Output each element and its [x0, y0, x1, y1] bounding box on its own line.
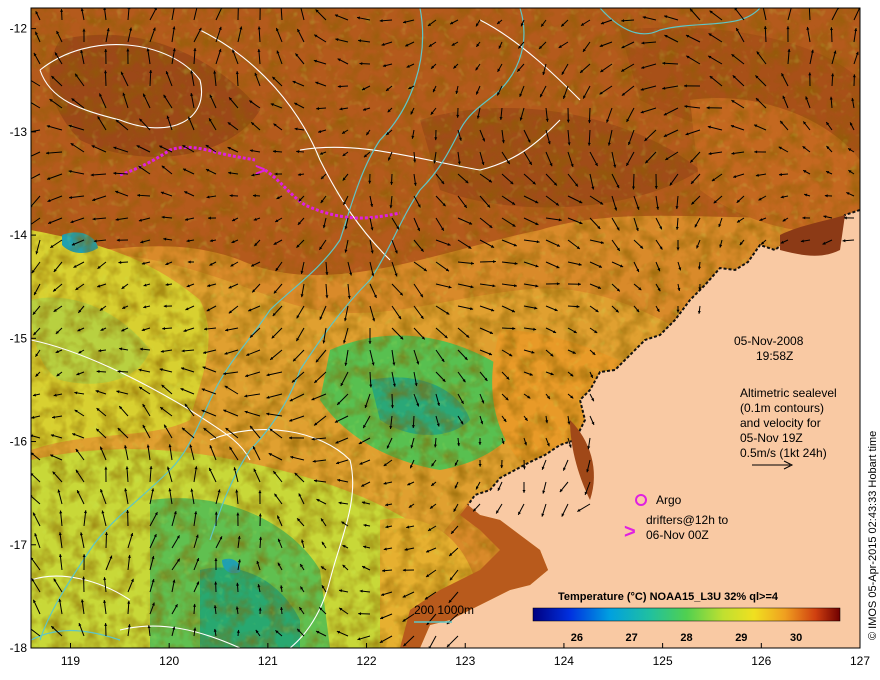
- colorbar-tick-label: 28: [680, 632, 692, 644]
- altimetry-line-5: 0.5m/s (1kt 24h): [740, 446, 827, 460]
- lon-tick-label: 125: [653, 654, 673, 668]
- date-label: 05-Nov-2008: [734, 334, 804, 348]
- velocity-arrow-head: [26, 179, 29, 182]
- lat-tick-label: -16: [10, 435, 28, 449]
- lon-tick-label: 119: [61, 654, 80, 668]
- altimetry-line-2: (0.1m contours): [740, 401, 824, 415]
- lon-tick-label: 123: [455, 654, 475, 668]
- lon-tick-label: 127: [850, 654, 870, 668]
- drifter-chevron-icon: >: [624, 521, 636, 543]
- time-label: 19:58Z: [756, 349, 793, 363]
- velocity-arrow-head: [237, 4, 240, 7]
- altimetry-line-1: Altimetric sealevel: [740, 386, 837, 400]
- velocity-arrow-head: [26, 156, 29, 159]
- lat-tick-label: -14: [10, 228, 28, 242]
- velocity-arrow-head: [259, 4, 262, 7]
- velocity-arrow-head: [27, 100, 30, 103]
- lat-tick-label: -18: [10, 641, 28, 655]
- drifter-label-1: drifters@12h to: [646, 513, 729, 527]
- altimetry-line-4: 05-Nov 19Z: [740, 431, 803, 445]
- lon-tick-label: 122: [357, 654, 377, 668]
- colorbar-tick-label: 30: [790, 632, 802, 644]
- svg-text:>: >: [255, 160, 266, 180]
- lat-tick-label: -15: [10, 331, 28, 345]
- argo-label: Argo: [656, 493, 682, 507]
- velocity-arrow-head: [762, 4, 765, 7]
- colorbar-tick-label: 27: [626, 632, 638, 644]
- drifter-label-2: 06-Nov 00Z: [646, 528, 709, 542]
- lon-tick-label: 126: [751, 654, 771, 668]
- colorbar-tick-label: 29: [735, 632, 747, 644]
- sea-surface-temperature-map: > -12 -13 -14 -15 -16 -17 -18 119 120 121 122 123 1…: [10, 4, 879, 668]
- velocity-arrow-head: [27, 224, 30, 227]
- velocity-arrow-head: [195, 5, 198, 8]
- sst-field: >: [26, 4, 860, 648]
- velocity-arrow-head: [790, 5, 793, 8]
- lon-tick-label: 121: [258, 654, 278, 668]
- depth-label: 200 1000m: [414, 603, 474, 617]
- credit-text: © IMOS 05-Apr-2015 02:43:33 Hobart time: [867, 431, 879, 640]
- lat-tick-label: -17: [10, 538, 28, 552]
- lat-tick-label: -12: [10, 22, 28, 36]
- velocity-arrow-head: [808, 4, 811, 7]
- velocity-arrow-head: [280, 4, 283, 7]
- lon-tick-label: 124: [554, 654, 574, 668]
- colorbar-tick-label: 26: [571, 632, 583, 644]
- lon-tick-label: 120: [159, 654, 179, 668]
- colorbar-gradient: [532, 607, 841, 622]
- altimetry-line-3: and velocity for: [740, 416, 821, 430]
- colorbar-title: Temperature (°C) NOAA15_L3U 32% ql>=4: [558, 591, 779, 603]
- lat-tick-label: -13: [10, 125, 28, 139]
